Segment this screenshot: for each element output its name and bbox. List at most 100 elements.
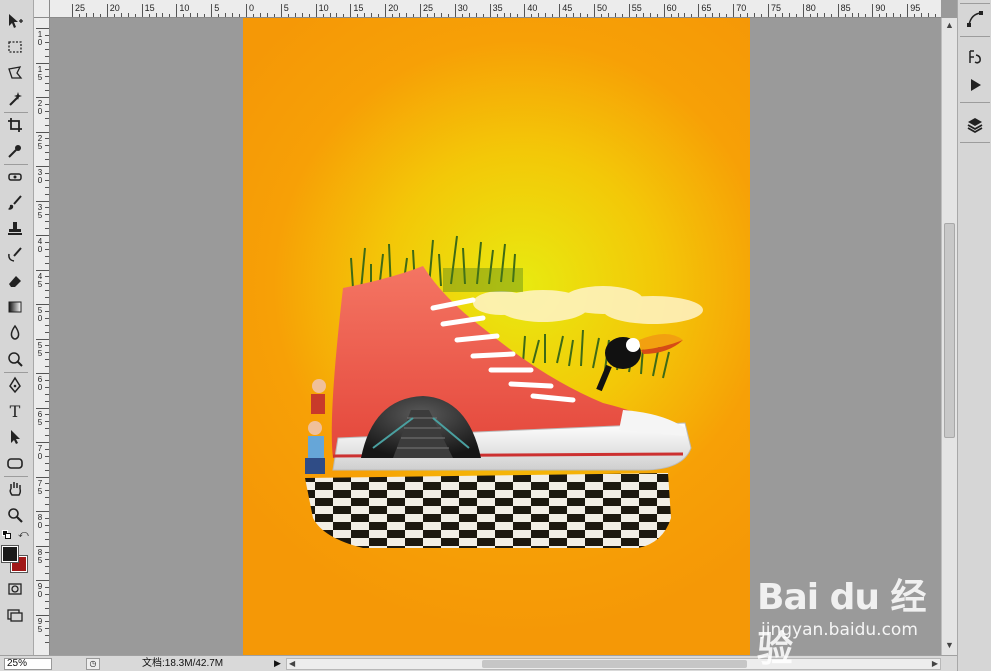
ruler-left-label: 3 5 (37, 202, 43, 220)
ruler-left-major-tick (36, 131, 49, 133)
ruler-left: 1 0 1 5 2 0 2 5 3 0 3 5 4 0 4 5 5 0 5 5 6 0 6 5 7 0 7… (34, 18, 50, 655)
ruler-top-major-tick (594, 4, 595, 17)
vertical-scrollbar[interactable]: ▲ ▼ (941, 18, 957, 655)
ruler-top-label: 35 (492, 3, 503, 13)
ruler-top-label: 75 (771, 3, 782, 13)
healing-brush-tool-icon[interactable] (3, 166, 27, 188)
ruler-top-major-tick (211, 4, 213, 17)
ruler-left-major-tick (36, 511, 49, 512)
ruler-left-label: 9 0 (37, 582, 43, 599)
eyedropper-tool-icon[interactable] (3, 140, 27, 162)
pen-tool-icon[interactable] (3, 374, 27, 396)
ruler-top-label: 20 (388, 3, 399, 13)
ruler-top: 25 20 15 10 5 0 5 10 15 20 25 30 35 40 45 50 55 60 65 70 75 8… (34, 0, 941, 18)
move-tool-icon[interactable] (3, 10, 27, 32)
ruler-left-major-tick (36, 580, 49, 581)
eraser-tool-icon[interactable] (3, 270, 27, 292)
ruler-left-label: 2 0 (37, 99, 43, 116)
dodge-tool-icon[interactable] (3, 348, 27, 370)
ruler-left-major-tick (36, 269, 49, 271)
ruler-top-label: 0 (249, 3, 255, 13)
ruler-left-major-tick (36, 97, 49, 98)
history-brush-tool-icon[interactable] (3, 244, 27, 266)
ruler-top-major-tick (106, 4, 108, 17)
ruler-top-major-tick (768, 4, 769, 17)
blur-tool-icon[interactable] (3, 322, 27, 344)
scroll-up-icon[interactable]: ▲ (945, 20, 954, 30)
ruler-left-major-tick (36, 442, 49, 443)
ruler-top-major-tick (315, 4, 317, 17)
ruler-top-label: 65 (701, 3, 712, 13)
shape-tool-icon[interactable] (3, 452, 27, 474)
ruler-left-major-tick (36, 235, 49, 236)
marquee-tool-icon[interactable] (3, 36, 27, 58)
ruler-top-major-tick (837, 4, 839, 17)
magic-wand-tool-icon[interactable] (3, 88, 27, 110)
checker-floor (305, 473, 671, 548)
ruler-top-major-tick (72, 4, 73, 17)
kids (305, 379, 326, 474)
ruler-left-label: 5 5 (37, 340, 43, 358)
actions-panel-icon[interactable] (963, 74, 987, 96)
ruler-left-major-tick (36, 304, 49, 305)
ruler-top-major-tick (454, 4, 456, 17)
horizontal-scrollbar[interactable]: ◀ ▶ (286, 658, 941, 670)
screen-mode-icon[interactable] (3, 604, 27, 626)
brush-tool-icon[interactable] (3, 192, 27, 214)
ruler-top-major-tick (559, 4, 561, 17)
paths-panel-icon[interactable] (963, 8, 987, 30)
ruler-top-major-tick (698, 4, 700, 17)
ruler-top-label: 25 (75, 3, 86, 13)
lasso-tool-icon[interactable] (3, 62, 27, 84)
ruler-top-label: 40 (527, 3, 538, 13)
ruler-top-label: 85 (840, 3, 851, 13)
ruler-corner (34, 0, 50, 17)
vertical-scroll-thumb[interactable] (944, 223, 955, 438)
toolbox: T ⤺ (0, 0, 34, 655)
default-colors-icon[interactable] (2, 530, 12, 540)
horizontal-scroll-thumb[interactable] (482, 660, 747, 668)
history-panel-icon[interactable] (963, 46, 987, 68)
ruler-top-label: 25 (423, 3, 434, 13)
layers-panel-icon[interactable] (963, 114, 987, 136)
ruler-left-major-tick (36, 545, 49, 547)
ruler-top-major-tick (907, 4, 909, 17)
scroll-down-icon[interactable]: ▼ (945, 640, 954, 650)
ruler-top-label: 15 (353, 3, 364, 13)
ruler-top-major-tick (385, 4, 387, 17)
zoom-level-field[interactable]: 25% (4, 658, 52, 670)
ruler-top-major-tick (628, 4, 630, 17)
swap-colors-icon[interactable]: ⤺ (18, 529, 29, 540)
ruler-top-major-tick (872, 4, 874, 17)
scroll-right-icon[interactable]: ▶ (932, 659, 938, 668)
zoom-tool-icon[interactable] (3, 504, 27, 526)
gradient-tool-icon[interactable] (3, 296, 27, 318)
clone-stamp-tool-icon[interactable] (3, 218, 27, 240)
crop-tool-icon[interactable] (3, 114, 27, 136)
path-selection-tool-icon[interactable] (3, 426, 27, 448)
ruler-left-label: 2 5 (37, 133, 43, 151)
ruler-top-major-tick (524, 4, 526, 17)
ruler-left-major-tick (36, 476, 49, 478)
document-canvas[interactable] (243, 18, 750, 655)
type-tool-icon[interactable]: T (3, 400, 27, 422)
canvas-workspace[interactable] (50, 18, 941, 655)
ruler-left-major-tick (36, 28, 49, 29)
ruler-top-label: 50 (597, 3, 608, 13)
ruler-left-major-tick (36, 373, 49, 374)
ruler-top-major-tick (663, 4, 665, 17)
ruler-left-major-tick (36, 166, 49, 167)
ruler-left-label: 7 5 (37, 478, 43, 496)
foreground-color-swatch[interactable] (1, 545, 19, 563)
status-menu-arrow-icon[interactable]: ▶ (274, 658, 281, 669)
ruler-left-label: 1 0 (37, 30, 43, 47)
quick-mask-icon[interactable] (3, 578, 27, 600)
scroll-left-icon[interactable]: ◀ (289, 659, 295, 668)
ruler-top-major-tick (141, 4, 143, 17)
ruler-left-major-tick (36, 338, 49, 340)
ruler-top-label: 15 (144, 3, 155, 13)
ruler-top-major-tick (489, 4, 491, 17)
status-info-icon[interactable]: ◷ (86, 658, 100, 670)
ruler-top-major-tick (420, 4, 421, 17)
hand-tool-icon[interactable] (3, 478, 27, 500)
